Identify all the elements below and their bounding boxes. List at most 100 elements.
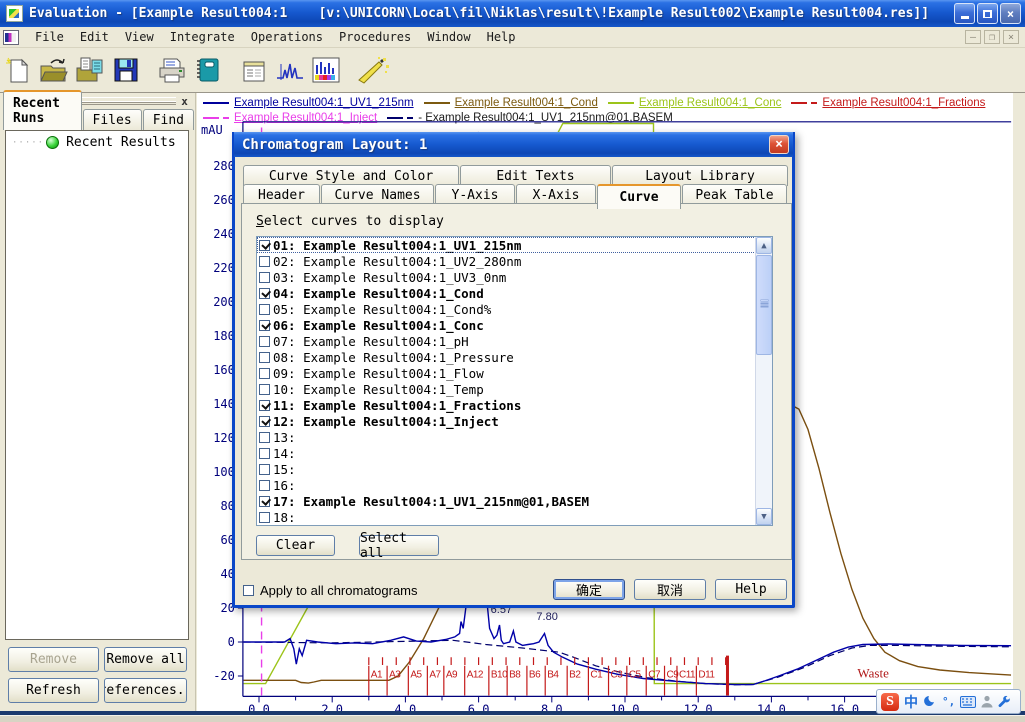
curve-list-row[interactable]: 13:: [257, 429, 772, 445]
scroll-down-icon[interactable]: ▼: [756, 508, 772, 525]
tab-files[interactable]: Files: [83, 109, 142, 130]
new-document-icon[interactable]: [0, 52, 36, 88]
curve-checkbox[interactable]: [259, 448, 270, 459]
curve-list-row[interactable]: 17: Example Result004:1_UV1_215nm@01,BAS…: [257, 493, 772, 509]
close-button[interactable]: ×: [1000, 3, 1021, 24]
dialog-title-bar[interactable]: Chromatogram Layout: 1 ×: [234, 132, 793, 157]
curve-list-row[interactable]: 03: Example Result004:1_UV3_0nm: [257, 269, 772, 285]
moon-icon[interactable]: [923, 695, 937, 709]
curve-checkbox[interactable]: [259, 368, 270, 379]
save-icon[interactable]: [108, 52, 144, 88]
dialog-close-button[interactable]: ×: [769, 135, 789, 154]
tree-item-recent-results[interactable]: ····· Recent Results: [6, 131, 188, 150]
curve-checkbox[interactable]: [259, 304, 270, 315]
wrench-icon[interactable]: [998, 695, 1011, 708]
curve-list[interactable]: 01: Example Result004:1_UV1_215nm02: Exa…: [256, 236, 773, 526]
print-icon[interactable]: [154, 52, 190, 88]
apply-all-checkbox[interactable]: [243, 585, 254, 596]
maximize-button[interactable]: [977, 3, 998, 24]
menu-file[interactable]: File: [27, 28, 72, 46]
clear-button[interactable]: Clear: [256, 535, 335, 556]
curve-list-row[interactable]: 12: Example Result004:1_Inject: [257, 413, 772, 429]
refresh-button[interactable]: Refresh: [8, 678, 99, 703]
chromatogram-icon[interactable]: [272, 52, 308, 88]
punctuation-icon[interactable]: °,: [942, 695, 955, 708]
curve-list-row[interactable]: 06: Example Result004:1_Conc: [257, 317, 772, 333]
user-icon[interactable]: [981, 695, 993, 708]
fraction-label: B6: [529, 670, 541, 681]
sogou-logo-icon[interactable]: S: [881, 693, 899, 711]
curve-list-row[interactable]: 14:: [257, 445, 772, 461]
help-button[interactable]: Help: [715, 579, 787, 600]
menu-window[interactable]: Window: [419, 28, 478, 46]
curve-checkbox[interactable]: [259, 512, 270, 523]
curve-checkbox[interactable]: [259, 384, 270, 395]
curve-checkbox[interactable]: [259, 288, 270, 299]
curve-list-row[interactable]: 15:: [257, 461, 772, 477]
keyboard-icon[interactable]: [960, 696, 976, 708]
curve-checkbox[interactable]: [259, 432, 270, 443]
curve-checkbox[interactable]: [259, 352, 270, 363]
curve-checkbox[interactable]: [259, 256, 270, 267]
histogram-icon[interactable]: [308, 52, 344, 88]
curve-label: 12: Example Result004:1_Inject: [273, 414, 499, 429]
select-all-button[interactable]: Select all: [359, 535, 439, 556]
apply-all-row: Apply to all chromatograms: [243, 583, 418, 598]
open-result-icon[interactable]: [36, 52, 72, 88]
notebook-icon[interactable]: [190, 52, 226, 88]
tab-recent-runs[interactable]: Recent Runs: [3, 90, 82, 130]
remove-all-button[interactable]: Remove all: [104, 647, 187, 672]
menu-edit[interactable]: Edit: [72, 28, 117, 46]
curve-checkbox[interactable]: [259, 400, 270, 411]
menu-view[interactable]: View: [117, 28, 162, 46]
dialog-tab-curve-style-and-color[interactable]: Curve Style and Color: [243, 165, 459, 186]
curve-list-row[interactable]: 04: Example Result004:1_Cond: [257, 285, 772, 301]
report-icon[interactable]: [236, 52, 272, 88]
dialog-tab-curve[interactable]: Curve: [597, 184, 681, 209]
curve-checkbox[interactable]: [259, 320, 270, 331]
cancel-button[interactable]: 取消: [634, 579, 706, 600]
scrollbar-thumb[interactable]: [756, 255, 772, 355]
tab-find[interactable]: Find: [143, 109, 194, 130]
preferences-button[interactable]: Preferences...: [104, 678, 187, 703]
curve-checkbox[interactable]: [259, 416, 270, 427]
curve-list-row[interactable]: 07: Example Result004:1_pH: [257, 333, 772, 349]
fraction-label: A7: [429, 670, 441, 681]
document-icon[interactable]: [3, 30, 19, 45]
curve-list-row[interactable]: 09: Example Result004:1_Flow: [257, 365, 772, 381]
curve-list-row[interactable]: 02: Example Result004:1_UV2_280nm: [257, 253, 772, 269]
minimize-button[interactable]: [954, 3, 975, 24]
chinese-mode-icon[interactable]: 中: [904, 692, 918, 712]
remove-button[interactable]: Remove: [8, 647, 99, 672]
curve-checkbox[interactable]: [259, 496, 270, 507]
menu-procedures[interactable]: Procedures: [331, 28, 419, 46]
curve-label: 01: Example Result004:1_UV1_215nm: [273, 238, 521, 253]
curve-label: 16:: [273, 478, 296, 493]
list-scrollbar[interactable]: ▲ ▼: [755, 237, 772, 525]
child-restore-button[interactable]: ❐: [984, 30, 1000, 44]
menu-integrate[interactable]: Integrate: [162, 28, 243, 46]
child-minimize-button[interactable]: –: [965, 30, 981, 44]
child-close-button[interactable]: ×: [1003, 30, 1019, 44]
scroll-up-icon[interactable]: ▲: [756, 237, 772, 254]
curve-checkbox[interactable]: [259, 480, 270, 491]
dialog-tab-layout-library[interactable]: Layout Library: [612, 165, 788, 186]
curve-list-row[interactable]: 10: Example Result004:1_Temp: [257, 381, 772, 397]
wizard-icon[interactable]: [354, 52, 390, 88]
curve-list-row[interactable]: 05: Example Result004:1_Cond%: [257, 301, 772, 317]
curve-checkbox[interactable]: [259, 336, 270, 347]
curve-list-row[interactable]: 08: Example Result004:1_Pressure: [257, 349, 772, 365]
curve-checkbox[interactable]: [259, 272, 270, 283]
menu-operations[interactable]: Operations: [243, 28, 331, 46]
curve-checkbox[interactable]: [259, 240, 270, 251]
curve-list-row[interactable]: 16:: [257, 477, 772, 493]
curve-checkbox[interactable]: [259, 464, 270, 475]
curve-list-row[interactable]: 11: Example Result004:1_Fractions: [257, 397, 772, 413]
menu-help[interactable]: Help: [479, 28, 524, 46]
copy-result-icon[interactable]: [72, 52, 108, 88]
ok-button[interactable]: 确定: [553, 579, 625, 600]
curve-list-row[interactable]: 18:: [257, 509, 772, 525]
title-bar: Evaluation - [Example Result004:1 [v:\UN…: [0, 0, 1025, 27]
curve-list-row[interactable]: 01: Example Result004:1_UV1_215nm: [257, 237, 772, 253]
dialog-tab-edit-texts[interactable]: Edit Texts: [460, 165, 611, 186]
